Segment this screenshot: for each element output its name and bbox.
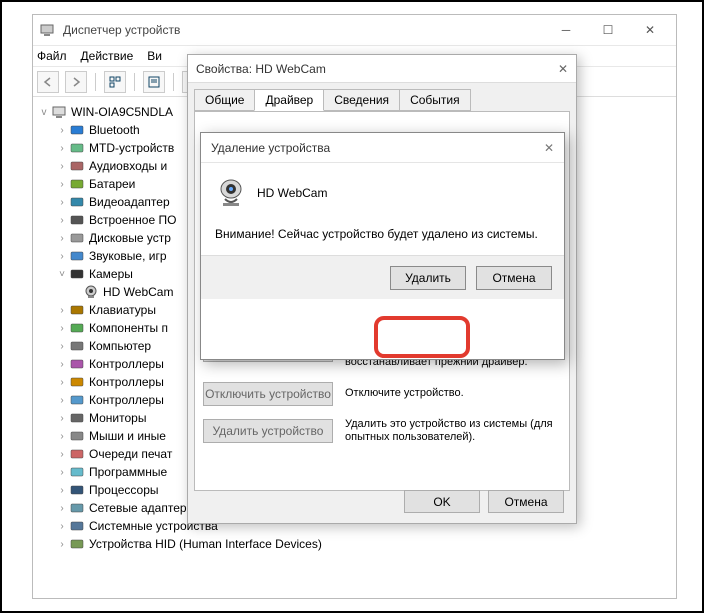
uninstall-confirm-dialog: Удаление устройства ✕ HD WebCam Внимание… <box>200 132 565 360</box>
titlebar: Диспетчер устройств ─ ☐ ✕ <box>33 15 676 45</box>
tab-events[interactable]: События <box>399 89 471 111</box>
menu-file[interactable]: Файл <box>37 49 67 63</box>
maximize-button[interactable]: ☐ <box>588 19 628 41</box>
close-icon[interactable]: ✕ <box>558 62 568 76</box>
disable-device-button[interactable]: Отключить устройство <box>203 382 333 406</box>
confirm-device-name: HD WebCam <box>257 186 327 200</box>
tab-strip: Общие Драйвер Сведения События <box>188 83 576 111</box>
uninstall-desc: Удалить это устройство из системы (для о… <box>345 418 561 444</box>
menu-view[interactable]: Ви <box>147 49 162 63</box>
forward-button[interactable] <box>65 71 87 93</box>
cancel-button[interactable]: Отмена <box>488 490 564 513</box>
tab-driver[interactable]: Драйвер <box>254 89 324 111</box>
confirm-warning: Внимание! Сейчас устройство будет удален… <box>215 227 550 241</box>
close-icon[interactable]: ✕ <box>544 141 554 155</box>
window-title: Диспетчер устройств <box>63 23 546 37</box>
tab-details[interactable]: Сведения <box>323 89 400 111</box>
back-button[interactable] <box>37 71 59 93</box>
disable-desc: Отключите устройство. <box>345 387 561 400</box>
ok-button[interactable]: OK <box>404 490 480 513</box>
close-button[interactable]: ✕ <box>630 19 670 41</box>
confirm-title: Удаление устройства <box>211 141 544 155</box>
tab-general[interactable]: Общие <box>194 89 255 111</box>
menu-action[interactable]: Действие <box>81 49 134 63</box>
properties-button[interactable] <box>143 71 165 93</box>
tree-root-label: WIN-OIA9C5NDLA <box>71 105 173 119</box>
computer-icon <box>51 104 67 120</box>
minimize-button[interactable]: ─ <box>546 19 586 41</box>
confirm-uninstall-button[interactable]: Удалить <box>390 266 466 290</box>
uninstall-device-button[interactable]: Удалить устройство <box>203 419 333 443</box>
computer-icon <box>39 22 55 38</box>
tree-item[interactable]: ›Устройства HID (Human Interface Devices… <box>37 535 672 553</box>
dialog-title: Свойства: HD WebCam <box>196 62 558 76</box>
webcam-icon <box>215 177 247 209</box>
tree-view-button[interactable] <box>104 71 126 93</box>
confirm-cancel-button[interactable]: Отмена <box>476 266 552 290</box>
